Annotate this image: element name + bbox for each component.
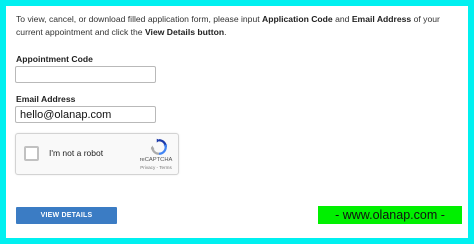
- recaptcha-brand: reCAPTCHA: [139, 157, 173, 163]
- recaptcha-logo-icon: [150, 138, 168, 155]
- intro-part-2: and: [332, 14, 352, 24]
- intro-bold-view-details: View Details button: [144, 27, 225, 37]
- form-panel: To view, cancel, or download filled appl…: [6, 6, 468, 238]
- email-address-label: Email Address: [16, 94, 76, 104]
- recaptcha-label: I'm not a robot: [49, 148, 104, 158]
- intro-part-1: To view, cancel, or download filled appl…: [16, 14, 263, 24]
- recaptcha-checkbox[interactable]: [24, 146, 39, 161]
- intro-bold-email-address: Email Address: [351, 14, 412, 24]
- instructions-text: To view, cancel, or download filled appl…: [16, 13, 466, 39]
- recaptcha-widget: I'm not a robot reCAPTCHA Privacy - Term…: [15, 133, 179, 175]
- appointment-code-input[interactable]: [15, 66, 156, 83]
- intro-part-4: .: [224, 27, 227, 37]
- view-details-button[interactable]: VIEW DETAILS: [16, 207, 117, 224]
- email-address-input[interactable]: [15, 106, 156, 123]
- intro-bold-application-code: Application Code: [262, 14, 333, 24]
- watermark-banner: - www.olanap.com -: [318, 206, 462, 224]
- recaptcha-privacy-terms[interactable]: Privacy - Terms: [138, 165, 174, 170]
- appointment-code-label: Appointment Code: [16, 54, 93, 64]
